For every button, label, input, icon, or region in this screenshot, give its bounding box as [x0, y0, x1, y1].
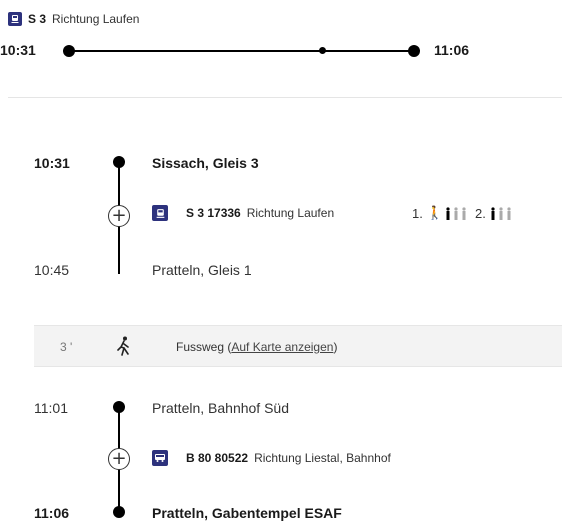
leg2-arr-time: 11:06	[34, 505, 70, 521]
leg1-dep-stop: Sissach, Gleis 3	[152, 155, 259, 171]
walking-person-icon	[116, 336, 132, 361]
leg1-arr-time: 10:45	[34, 262, 70, 278]
class2-label: 2.	[475, 206, 486, 221]
leg1-dep-time: 10:31	[34, 155, 70, 171]
leg2-arr-stop: Pratteln, Gabentempel ESAF	[152, 505, 342, 521]
leg1-direction: Richtung Laufen	[246, 206, 335, 220]
divider	[8, 97, 562, 98]
walk-minutes: 3 '	[60, 340, 73, 354]
summary-line: S 3	[28, 12, 47, 26]
occupancy-icon	[491, 206, 511, 220]
train-icon	[8, 12, 22, 26]
walk-segment: 3 ' Fussweg (Auf Karte anzeigen)	[34, 325, 562, 367]
summary-dep-time: 10:31	[0, 42, 36, 58]
walk-close: )	[333, 340, 338, 354]
leg1-line-number: S 3 17336	[186, 206, 241, 220]
leg2-direction: Richtung Liestal, Bahnhof	[254, 451, 391, 465]
leg2-service: B 80 80522 Richtung Liestal, Bahnhof	[152, 450, 391, 466]
show-map-link[interactable]: Auf Karte anzeigen	[231, 340, 333, 354]
plus-icon: +	[111, 205, 127, 226]
summary-start-dot	[63, 45, 75, 57]
summary-direction: Richtung Laufen	[52, 12, 140, 26]
leg2-line-number: B 80 80522	[186, 451, 249, 465]
leg2-expand-button[interactable]: +	[108, 448, 130, 470]
leg1-arr-stop: Pratteln, Gleis 1	[152, 262, 252, 278]
bus-icon	[152, 450, 168, 466]
occupancy-icon: 🚶	[426, 206, 443, 221]
leg2-dep-time: 11:01	[34, 400, 68, 416]
summary-timeline	[64, 50, 414, 52]
walk-text: Fussweg (Auf Karte anzeigen)	[176, 340, 337, 354]
leg1-occupancy: 1. 🚶 2.	[412, 206, 512, 221]
train-icon	[152, 205, 168, 221]
summary-header: S 3 Richtung Laufen	[8, 12, 139, 26]
plus-icon: +	[111, 448, 127, 469]
leg1-expand-button[interactable]: +	[108, 205, 130, 227]
summary-end-dot	[408, 45, 420, 57]
leg1-service: S 3 17336 Richtung Laufen	[152, 205, 334, 221]
summary-arr-time: 11:06	[434, 42, 470, 58]
class1-label: 1.	[412, 206, 423, 221]
occupancy-icon	[446, 206, 466, 220]
summary-change-dot	[319, 47, 326, 54]
leg2-dep-stop: Pratteln, Bahnhof Süd	[152, 400, 289, 416]
leg2-end-dot	[113, 506, 125, 518]
walk-label: Fussweg (	[176, 340, 232, 354]
